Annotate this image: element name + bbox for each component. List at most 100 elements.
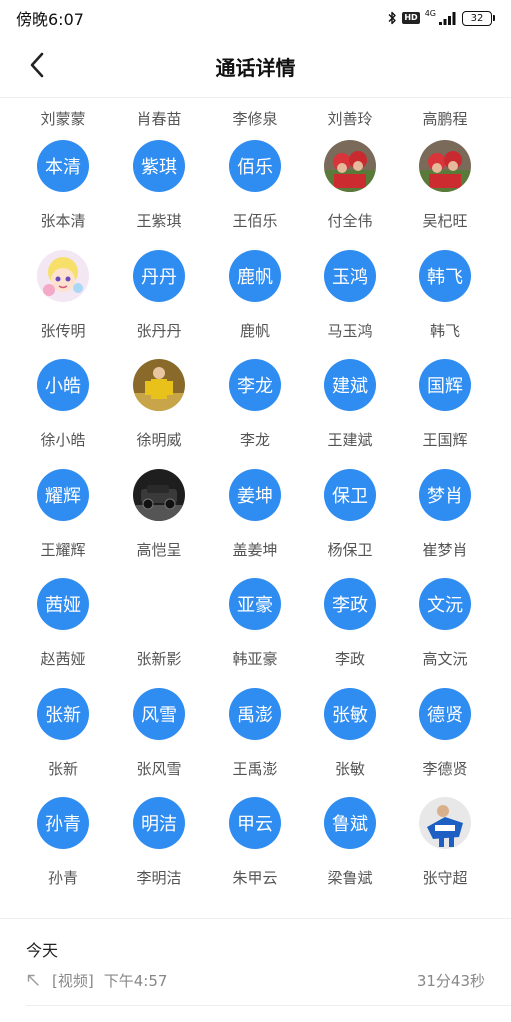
participant-name: 张新影 [136, 650, 182, 668]
participant-cell[interactable]: 李龙 李龙 [207, 359, 303, 468]
cartoon-photo-icon[interactable] [37, 249, 89, 302]
person-photo-icon[interactable] [133, 359, 185, 411]
record-divider [26, 1005, 511, 1006]
avatar[interactable]: 鲁斌 [324, 797, 376, 849]
participant-cell[interactable]: 保卫 杨保卫 [302, 468, 398, 578]
participant-row: 本清 张本清 紫琪 王紫琪 佰乐 王佰乐 付全伟 吴杞旺 [0, 140, 511, 249]
avatar[interactable]: 保卫 [324, 468, 376, 521]
participant-cell[interactable]: 梦肖 崔梦肖 [397, 468, 493, 578]
group-photo-icon[interactable] [419, 140, 471, 192]
participant-cell[interactable]: 张新影 [111, 578, 207, 687]
participant-cell[interactable]: 高恺呈 [111, 468, 207, 578]
avatar[interactable]: 佰乐 [229, 140, 281, 192]
avatar[interactable]: 丹丹 [133, 249, 185, 302]
avatar[interactable]: 本清 [37, 140, 89, 192]
avatar[interactable]: 张敏 [324, 687, 376, 740]
avatar[interactable]: 李政 [324, 578, 376, 630]
participant-name: 崔梦肖 [422, 540, 468, 559]
participant-cell[interactable]: 张新 张新 [15, 687, 111, 797]
participant-cell[interactable]: 姜坤 盖姜坤 [207, 468, 303, 578]
participant-row: 张新 张新 风雪 张风雪 禹澎 王禹澎 张敏 张敏 德贤 李德贤 [0, 687, 511, 797]
participant-name: 张本清 [40, 212, 86, 230]
participant-row: 张传明 丹丹 张丹丹 鹿帆 鹿帆 玉鸿 马玉鸿 韩飞 韩飞 [0, 249, 511, 359]
participant-cell[interactable]: 李政 李政 [302, 578, 398, 687]
participant-cell[interactable]: 风雪 张风雪 [111, 687, 207, 797]
sport-photo-icon[interactable] [419, 797, 471, 849]
header-bar: 通话详情 [0, 36, 511, 98]
participant-cell[interactable]: 德贤 李德贤 [397, 687, 493, 797]
avatar[interactable]: 张新 [37, 687, 89, 740]
avatar[interactable]: 李龙 [229, 359, 281, 411]
avatar[interactable]: 建斌 [324, 359, 376, 411]
participant-cell[interactable]: 文沅 高文沅 [397, 578, 493, 687]
participant-cell[interactable]: 韩飞 韩飞 [397, 249, 493, 359]
avatar[interactable]: 茜娅 [37, 578, 89, 630]
record-date-label: 今天 [26, 941, 59, 960]
participant-cell[interactable]: 玉鸿 马玉鸿 [302, 249, 398, 359]
battery-tip [493, 15, 495, 21]
participant-name: 李明洁 [136, 869, 182, 887]
avatar[interactable]: 耀辉 [37, 468, 89, 521]
avatar[interactable]: 鹿帆 [229, 249, 281, 302]
avatar[interactable]: 国辉 [419, 359, 471, 411]
participant-cell[interactable]: 明洁 李明洁 [111, 797, 207, 906]
avatar[interactable]: 孙青 [37, 797, 89, 849]
participant-name: 鹿帆 [239, 321, 270, 340]
participant-cell[interactable]: 孙青 孙青 [15, 797, 111, 906]
participant-cell[interactable]: 鹿帆 鹿帆 [207, 249, 303, 359]
call-record-row[interactable]: [视频] 下午4:57 31分43秒 [26, 969, 485, 991]
participant-cell[interactable]: 张守超 [397, 797, 493, 906]
participant-cell[interactable]: 甲云 朱甲云 [207, 797, 303, 906]
participant-cell[interactable]: 付全伟 [302, 140, 398, 249]
call-details-screen: 傍晚6:07 HD 4G 32 通话详情 刘蒙蒙 肖春苗 李修泉 刘善玲 高鹏程… [0, 0, 511, 1022]
participant-cell[interactable]: 建斌 王建斌 [302, 359, 398, 468]
participant-grid: 刘蒙蒙 肖春苗 李修泉 刘善玲 高鹏程 本清 张本清 紫琪 王紫琪 佰乐 王佰乐 付全伟 吴杞… [0, 98, 511, 918]
participant-name: 韩亚豪 [232, 650, 278, 668]
avatar[interactable]: 德贤 [419, 687, 471, 740]
participant-row: 小皓 徐小皓 徐明威 李龙 李龙 建斌 王建斌 国辉 王国辉 [0, 359, 511, 468]
outgoing-arrow-icon [26, 973, 40, 987]
participant-cell[interactable]: 徐明威 [111, 359, 207, 468]
participant-cell[interactable]: 小皓 徐小皓 [15, 359, 111, 468]
participant-name: 李政 [334, 650, 365, 668]
participant-cell[interactable]: 张敏 张敏 [302, 687, 398, 797]
participant-name: 付全伟 [327, 212, 373, 230]
avatar[interactable]: 亚豪 [229, 578, 281, 630]
participant-cell[interactable]: 禹澎 王禹澎 [207, 687, 303, 797]
car-photo-icon[interactable] [133, 468, 185, 521]
participant-cell[interactable]: 张传明 [15, 249, 111, 359]
avatar[interactable]: 梦肖 [419, 468, 471, 521]
participant-cell[interactable]: 佰乐 王佰乐 [207, 140, 303, 249]
participant-cell[interactable]: 亚豪 韩亚豪 [207, 578, 303, 687]
participant-cell[interactable]: 国辉 王国辉 [397, 359, 493, 468]
call-time-label: 下午4:57 [103, 971, 168, 990]
participant-cell[interactable]: 鲁斌 梁鲁斌 [302, 797, 398, 906]
participant-cell[interactable]: 茜娅 赵茜娅 [15, 578, 111, 687]
participant-cell[interactable]: 耀辉 王耀辉 [15, 468, 111, 578]
participant-cell[interactable]: 吴杞旺 [397, 140, 493, 249]
avatar[interactable]: 韩飞 [419, 249, 471, 302]
back-button[interactable] [22, 52, 52, 82]
avatar[interactable]: 风雪 [133, 687, 185, 740]
avatar[interactable]: 玉鸿 [324, 249, 376, 302]
participant-name: 刘蒙蒙 [40, 110, 86, 128]
participant-name: 张守超 [422, 869, 468, 887]
participant-name: 朱甲云 [232, 869, 278, 887]
avatar[interactable]: 姜坤 [229, 468, 281, 521]
participant-cell[interactable]: 丹丹 张丹丹 [111, 249, 207, 359]
avatar[interactable]: 甲云 [229, 797, 281, 849]
call-type-label: [视频] [52, 971, 94, 990]
avatar[interactable]: 文沅 [419, 578, 471, 630]
avatar[interactable]: 明洁 [133, 797, 185, 849]
participant-cell[interactable]: 紫琪 王紫琪 [111, 140, 207, 249]
participant-name: 孙青 [47, 869, 78, 887]
participant-name: 高恺呈 [136, 540, 182, 559]
avatar[interactable]: 禹澎 [229, 687, 281, 740]
participant-name: 张敏 [334, 759, 365, 778]
group-photo-icon[interactable] [324, 140, 376, 192]
participant-name: 李修泉 [232, 110, 278, 128]
avatar[interactable]: 紫琪 [133, 140, 185, 192]
avatar[interactable]: 小皓 [37, 359, 89, 411]
participant-cell[interactable]: 本清 张本清 [15, 140, 111, 249]
participant-name: 高文沅 [422, 650, 468, 668]
